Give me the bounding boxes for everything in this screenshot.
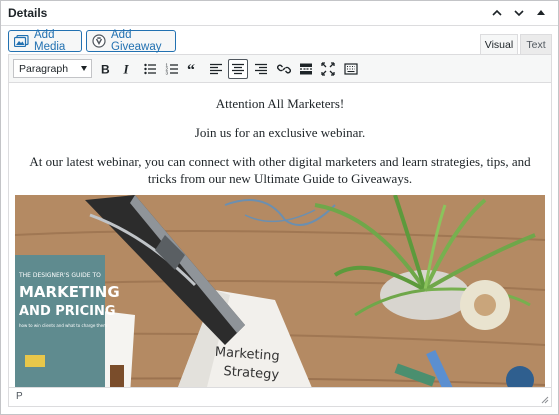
marketing-image[interactable]: Marketing Strategy ht THE DESIGNER'S GUI…	[15, 195, 545, 388]
giveaway-logo-icon	[92, 34, 106, 48]
bulleted-list-button[interactable]	[140, 59, 160, 79]
chevron-down-icon	[81, 66, 87, 71]
add-media-button[interactable]: Add Media	[8, 29, 82, 53]
align-left-icon	[210, 63, 222, 75]
svg-text:3: 3	[166, 71, 169, 76]
link-icon	[277, 64, 291, 74]
add-media-icon	[14, 34, 29, 48]
align-right-icon	[255, 63, 267, 75]
add-media-label: Add Media	[34, 29, 66, 53]
svg-text:“: “	[187, 62, 195, 76]
chevron-up-icon[interactable]	[488, 4, 506, 22]
content-paragraph: At our latest webinar, you can connect w…	[29, 154, 531, 186]
panel-header: Details	[1, 1, 558, 26]
editor-content[interactable]: Attention All Marketers! Join us for an …	[9, 83, 551, 388]
link-button[interactable]	[274, 59, 294, 79]
italic-icon: I	[123, 62, 130, 76]
bold-icon: B	[101, 63, 110, 77]
italic-button[interactable]: I	[117, 59, 137, 79]
blockquote-icon: “	[187, 62, 195, 76]
element-path[interactable]: P	[16, 391, 23, 402]
keyboard-icon	[344, 63, 358, 75]
align-center-button[interactable]	[228, 59, 248, 79]
marketing-image-art: Marketing Strategy ht THE DESIGNER'S GUI…	[15, 195, 545, 388]
svg-text:B: B	[101, 63, 110, 77]
editor-frame: Paragraph B I 123 “ Attention All Market…	[8, 54, 552, 407]
editor-toolbar: Paragraph B I 123 “	[9, 55, 551, 83]
read-more-icon	[300, 63, 312, 75]
tab-visual[interactable]: Visual	[480, 34, 518, 54]
resize-handle-icon[interactable]	[539, 394, 549, 404]
chevron-down-icon[interactable]	[510, 4, 528, 22]
content-subheading: Join us for an exclusive webinar.	[194, 125, 366, 140]
book-line4: how to win clients and what to charge th…	[19, 323, 107, 328]
panel-title: Details	[8, 6, 48, 20]
align-center-icon	[232, 63, 244, 75]
details-panel: Details Add Media Add Giveaway Visual Te…	[0, 0, 559, 415]
tab-text[interactable]: Text	[520, 34, 552, 54]
bulleted-list-icon	[144, 63, 156, 75]
align-right-button[interactable]	[251, 59, 271, 79]
add-giveaway-label: Add Giveaway	[111, 29, 162, 53]
fullscreen-icon	[321, 62, 335, 76]
blockquote-button[interactable]: “	[184, 59, 204, 79]
format-select[interactable]: Paragraph	[13, 59, 92, 78]
toolbar-toggle-button[interactable]	[341, 59, 361, 79]
editor-statusbar: P	[9, 387, 551, 406]
read-more-button[interactable]	[296, 59, 316, 79]
svg-text:I: I	[123, 62, 130, 76]
align-left-button[interactable]	[206, 59, 226, 79]
content-heading: Attention All Marketers!	[215, 96, 345, 111]
media-buttons-row: Add Media Add Giveaway	[8, 29, 551, 53]
numbered-list-icon: 123	[166, 63, 178, 76]
format-select-value: Paragraph	[19, 62, 69, 75]
fullscreen-button[interactable]	[318, 59, 338, 79]
bold-button[interactable]: B	[95, 59, 115, 79]
triangle-up-icon[interactable]	[532, 4, 550, 22]
numbered-list-button[interactable]: 123	[162, 59, 182, 79]
add-giveaway-button[interactable]: Add Giveaway	[86, 29, 176, 53]
book-line2: MARKETING	[19, 283, 120, 301]
book-line3: AND PRICING	[19, 304, 116, 319]
book-line1: THE DESIGNER'S GUIDE TO	[18, 272, 101, 279]
